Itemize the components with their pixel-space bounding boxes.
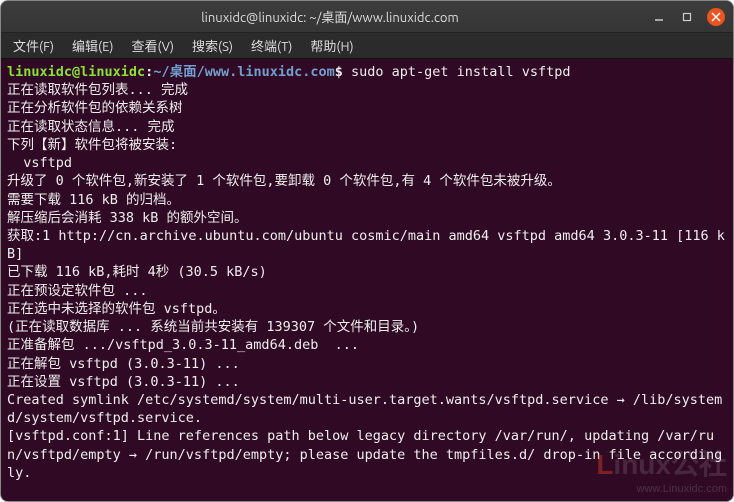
menu-help[interactable]: 帮助(H)	[302, 34, 361, 57]
menubar: 文件(F) 编辑(E) 查看(V) 搜索(S) 终端(T) 帮助(H)	[1, 33, 733, 59]
maximize-button[interactable]	[679, 9, 695, 25]
out-line: 正在选中未选择的软件包 vsftpd。	[7, 301, 226, 317]
prompt-user-host: linuxidc@linuxidc	[7, 64, 145, 80]
close-button[interactable]	[707, 8, 725, 26]
menu-view[interactable]: 查看(V)	[124, 34, 182, 57]
out-line: vsftpd	[7, 155, 72, 171]
out-line: (正在读取数据库 ... 系统当前共安装有 139307 个文件和目录。)	[7, 319, 419, 335]
out-line: 已下载 116 kB,耗时 4秒 (30.5 kB/s)	[7, 264, 267, 280]
terminal-body[interactable]: linuxidc@linuxidc:~/桌面/www.linuxidc.com$…	[1, 59, 733, 501]
terminal-window: linuxidc@linuxidc: ~/桌面/www.linuxidc.com…	[0, 0, 734, 502]
out-line: 正在读取状态信息... 完成	[7, 119, 175, 135]
out-line: 正在分析软件包的依赖关系树	[7, 100, 183, 116]
out-line: 下列【新】软件包将被安装:	[7, 137, 177, 153]
out-line: [vsftpd.conf:1] Line references path bel…	[7, 428, 722, 480]
out-line: 正在预设定软件包 ...	[7, 283, 148, 299]
out-line: 需要下载 116 kB 的归档。	[7, 192, 180, 208]
window-title: linuxidc@linuxidc: ~/桌面/www.linuxidc.com	[9, 7, 651, 26]
out-line: 正在读取软件包列表... 完成	[7, 82, 188, 98]
menu-search[interactable]: 搜索(S)	[184, 34, 241, 57]
command-text: sudo apt-get install vsftpd	[343, 64, 571, 80]
menu-file[interactable]: 文件(F)	[5, 34, 62, 57]
titlebar: linuxidc@linuxidc: ~/桌面/www.linuxidc.com	[1, 1, 733, 33]
prompt-path-tilde: ~/桌面	[153, 64, 196, 80]
out-line: 获取:1 http://cn.archive.ubuntu.com/ubuntu…	[7, 228, 725, 262]
out-line: 升级了 0 个软件包,新安装了 1 个软件包,要卸载 0 个软件包,有 4 个软…	[7, 173, 561, 189]
out-line: 正在解包 vsftpd (3.0.3-11) ...	[7, 356, 240, 372]
out-line: Created symlink /etc/systemd/system/mult…	[7, 392, 722, 426]
out-line: 正准备解包 .../vsftpd_3.0.3-11_amd64.deb ...	[7, 337, 359, 353]
minimize-button[interactable]	[651, 9, 667, 25]
out-line: 解压缩后会消耗 338 kB 的额外空间。	[7, 210, 248, 226]
menu-terminal[interactable]: 终端(T)	[243, 34, 300, 57]
window-buttons	[651, 8, 725, 26]
out-line: 正在设置 vsftpd (3.0.3-11) ...	[7, 374, 240, 390]
menu-edit[interactable]: 编辑(E)	[64, 34, 121, 57]
prompt-path-rest: /www.linuxidc.com	[197, 64, 335, 80]
prompt-dollar: $	[335, 64, 343, 80]
